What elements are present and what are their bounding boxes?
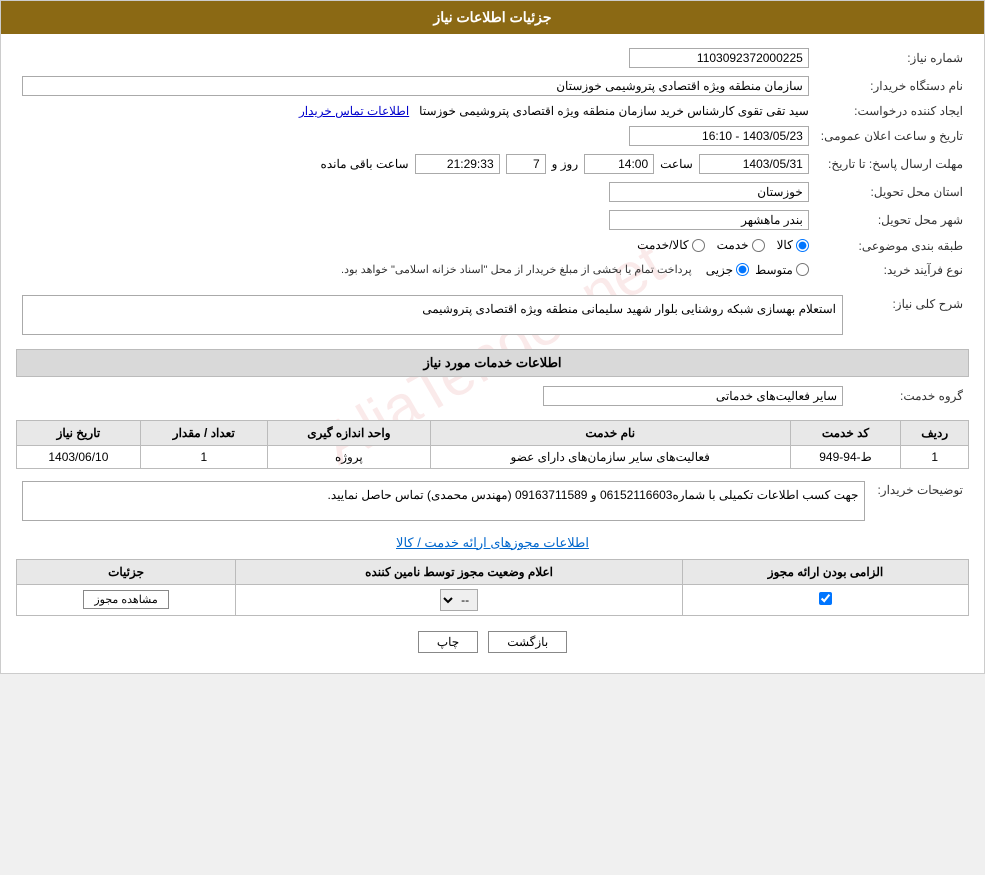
province-label: استان محل تحویل: [815,178,969,206]
category-kala-label: کالا [777,238,793,252]
requester-value: سید تقی تقوی کارشناس خرید سازمان منطقه و… [419,104,809,118]
deadline-label: مهلت ارسال پاسخ: تا تاریخ: [815,150,969,178]
category-khedmat-radio[interactable] [752,239,765,252]
process-notice: پرداخت تمام یا بخشی از مبلغ خریدار از مح… [341,263,692,276]
cell-unit: پروژه [267,445,430,468]
date-label: تاریخ و ساعت اعلان عمومی: [815,122,969,150]
requester-link[interactable]: اطلاعات تماس خریدار [299,104,409,118]
col-header-unit: واحد اندازه گیری [267,420,430,445]
category-kala-khedmat-label: کالا/خدمت [637,238,688,252]
deadline-remaining-label: ساعت باقی مانده [321,157,409,171]
col-header-count: تعداد / مقدار [140,420,267,445]
service-group-label: گروه خدمت: [849,382,969,410]
cell-name: فعالیت‌های سایر سازمان‌های دارای عضو [430,445,790,468]
services-table: ردیف کد خدمت نام خدمت واحد اندازه گیری ت… [16,420,969,469]
deadline-time-label: ساعت [660,157,693,171]
cell-count: 1 [140,445,267,468]
col-header-date: تاریخ نیاز [17,420,141,445]
back-button[interactable]: بازگشت [488,631,567,653]
perm-col-required: الزامی بودن ارائه مجوز [683,559,969,584]
buyer-name-label: نام دستگاه خریدار: [815,72,969,100]
col-header-row: ردیف [901,420,969,445]
category-kala-radio[interactable] [796,239,809,252]
perm-required-checkbox[interactable] [819,592,832,605]
print-button[interactable]: چاپ [418,631,478,653]
service-group-input[interactable] [543,386,843,406]
perm-col-status: اعلام وضعیت مجوز توسط نامین کننده [236,559,683,584]
deadline-time-input[interactable] [584,154,654,174]
services-section-header: اطلاعات خدمات مورد نیاز [16,349,969,377]
process-label: نوع فرآیند خرید: [815,259,969,281]
page-title: جزئیات اطلاعات نیاز [1,1,984,34]
buyer-desc-label: توضیحات خریدار: [871,477,969,525]
city-label: شهر محل تحویل: [815,206,969,234]
process-motavaset-radio[interactable] [796,263,809,276]
col-header-name: نام خدمت [430,420,790,445]
deadline-date-input[interactable] [699,154,809,174]
general-desc-label: شرح کلی نیاز: [849,291,969,339]
need-number-label: شماره نیاز: [815,44,969,72]
perm-required-cell [683,584,969,615]
process-jazee-radio[interactable] [736,263,749,276]
cell-row: 1 [901,445,969,468]
perm-status-cell: -- [236,584,683,615]
category-kala-khedmat-radio[interactable] [692,239,705,252]
category-label: طبقه بندی موضوعی: [815,234,969,259]
col-header-code: کد خدمت [790,420,901,445]
date-input[interactable] [629,126,809,146]
perm-status-select[interactable]: -- [440,589,478,611]
cell-code: ط-94-949 [790,445,901,468]
process-jazee-label: جزیی [706,263,733,277]
permissions-section-title: اطلاعات مجوزهای ارائه خدمت / کالا [16,535,969,551]
general-desc-value: استعلام بهسازی شبکه روشنایی بلوار شهید س… [22,295,843,335]
deadline-days-input[interactable] [506,154,546,174]
buyer-desc-value: جهت کسب اطلاعات تکمیلی با شماره061521166… [22,481,865,521]
city-input[interactable] [609,210,809,230]
need-number-input[interactable] [629,48,809,68]
perm-col-details: جزئیات [17,559,236,584]
perm-table-row: -- مشاهده مجوز [17,584,969,615]
deadline-remaining-input[interactable] [415,154,500,174]
table-row: 1 ط-94-949 فعالیت‌های سایر سازمان‌های دا… [17,445,969,468]
process-motavaset-label: متوسط [755,263,793,277]
permissions-table: الزامی بودن ارائه مجوز اعلام وضعیت مجوز … [16,559,969,616]
deadline-days-label: روز و [552,157,579,171]
requester-label: ایجاد کننده درخواست: [815,100,969,122]
buyer-name-input[interactable] [22,76,809,96]
province-input[interactable] [609,182,809,202]
action-buttons: بازگشت چاپ [16,631,969,653]
category-khedmat-label: خدمت [717,238,749,252]
cell-date: 1403/06/10 [17,445,141,468]
perm-details-cell: مشاهده مجوز [17,584,236,615]
view-permit-button[interactable]: مشاهده مجوز [83,590,168,609]
